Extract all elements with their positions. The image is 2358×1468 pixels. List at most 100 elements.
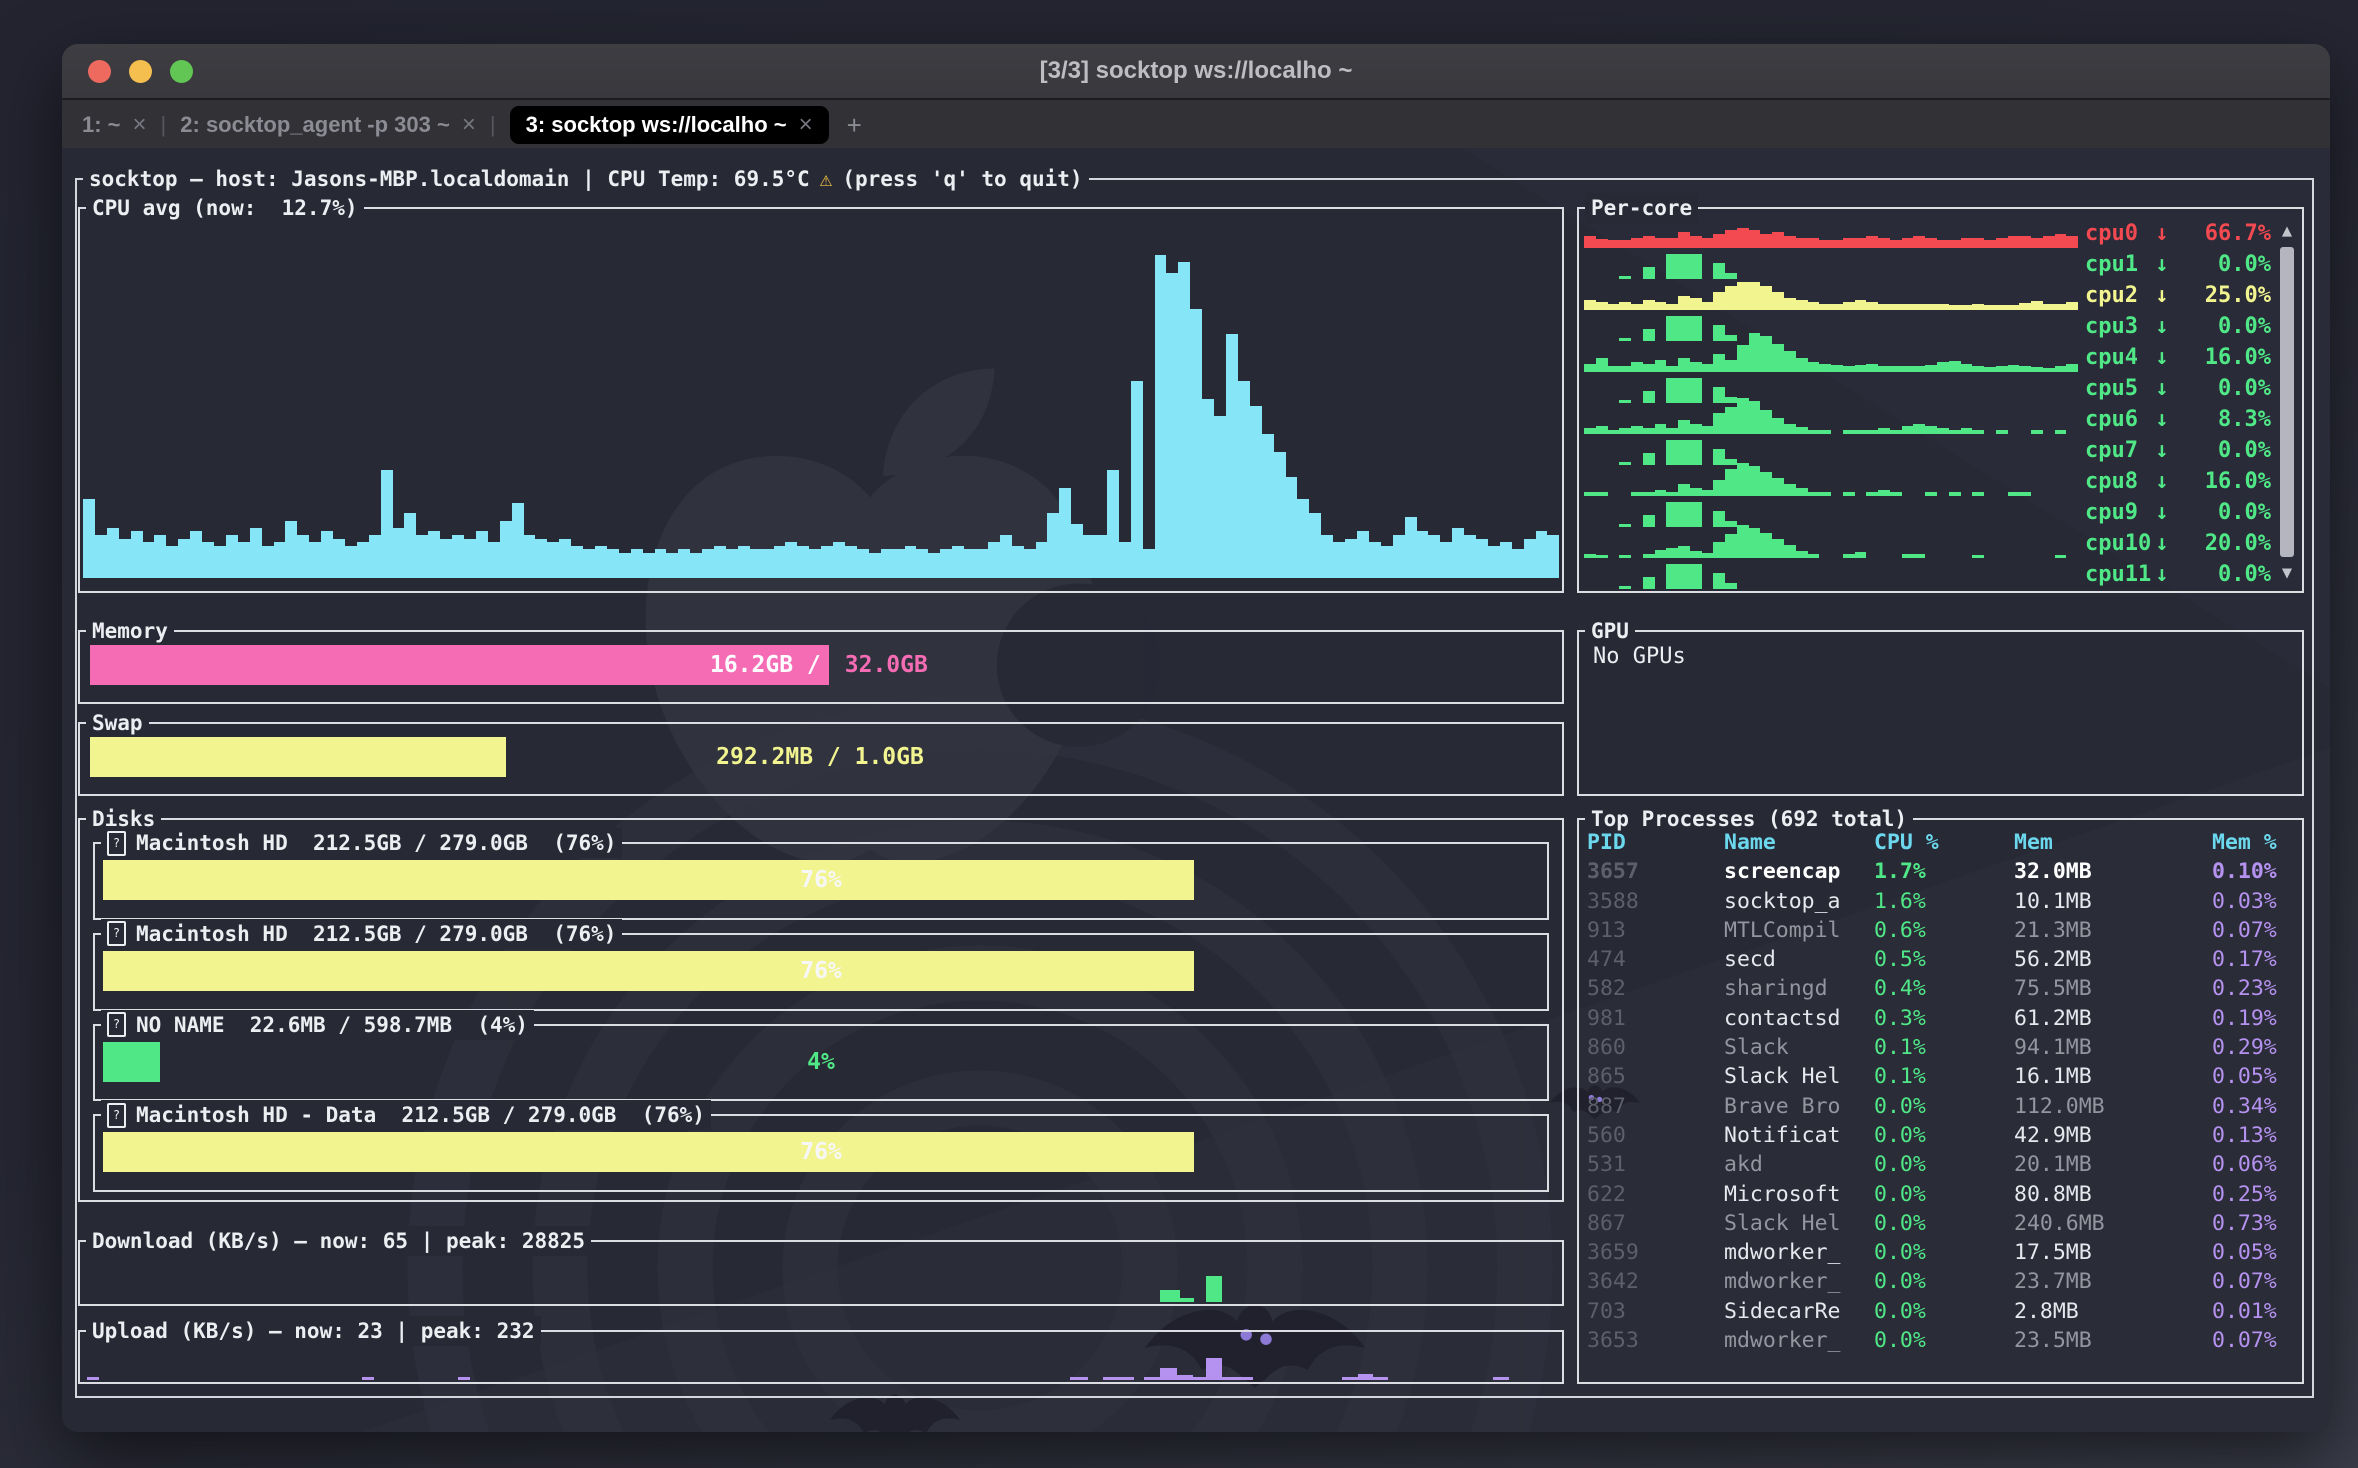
network-bar (1177, 1375, 1193, 1380)
disk-2: ?Macintosh HD 212.5GB / 279.0GB (76%)76% (93, 933, 1549, 1011)
scroll-up-icon[interactable]: ▲ (2277, 221, 2297, 241)
process-row[interactable]: 865Slack Hel0.1%16.1MB0.05% (1587, 1062, 2296, 1091)
spark-bar (1619, 240, 1631, 248)
network-bar (87, 1377, 99, 1380)
spark-bar (1608, 304, 1620, 310)
cpu-history-bar (714, 546, 726, 578)
cpu-history-bar (928, 553, 940, 578)
cpu-history-bar (1000, 535, 1012, 578)
process-row[interactable]: 582sharingd0.4%75.5MB0.23% (1587, 974, 2296, 1003)
tab-2[interactable]: 2: socktop_agent -p 303 ~× (180, 111, 476, 139)
tab-close-icon[interactable]: × (133, 111, 147, 139)
spark-bar (1690, 440, 1702, 466)
spark-bar (1737, 398, 1749, 434)
spark-bar (1655, 360, 1667, 372)
spark-bar (1619, 366, 1631, 372)
process-memory: 94.1MB (2014, 1033, 2212, 1062)
cpu-history-bar (274, 542, 286, 578)
tab-3[interactable]: 3: socktop ws://localho ~× (510, 106, 829, 144)
process-row[interactable]: 703SidecarRe0.0%2.8MB0.01% (1587, 1297, 2296, 1326)
process-pid: 622 (1587, 1180, 1724, 1209)
spark-bar (1843, 238, 1855, 248)
scrollbar-thumb[interactable] (2280, 247, 2294, 557)
cpu-history-bar (726, 549, 738, 578)
process-row[interactable]: 981contactsd0.3%61.2MB0.19% (1587, 1004, 2296, 1033)
spark-bar (1713, 480, 1725, 497)
core-row-cpu5: cpu5↓0.0% (1579, 373, 2302, 404)
spark-bar (1890, 430, 1902, 434)
network-bar (1103, 1377, 1134, 1380)
core-name: cpu5 (2085, 373, 2151, 404)
cpu-history-bar (702, 549, 714, 578)
cpu-history-bar (1321, 535, 1333, 578)
process-memory-percent: 0.07% (2212, 916, 2296, 945)
process-row[interactable]: 887Brave Bro0.0%112.0MB0.34% (1587, 1092, 2296, 1121)
spark-bar (1690, 502, 1702, 528)
cpu-history-bar (797, 546, 809, 578)
disk-title: ?Macintosh HD - Data 212.5GB / 279.0GB (… (101, 1100, 711, 1130)
spark-bar (2043, 304, 2055, 310)
process-row[interactable]: 3659mdworker_0.0%17.5MB0.05% (1587, 1238, 2296, 1267)
process-name: akd (1724, 1150, 1874, 1179)
spark-bar (1725, 230, 1737, 248)
process-row[interactable]: 622Microsoft0.0%80.8MB0.25% (1587, 1180, 2296, 1209)
cpu-history-bar (262, 546, 274, 578)
scroll-down-icon[interactable]: ▼ (2277, 563, 2297, 583)
spark-bar (1913, 236, 1925, 248)
cpu-history-bar (500, 521, 512, 578)
spark-bar (1678, 358, 1690, 372)
tab-divider: | (161, 112, 167, 138)
cpu-history-bar (1345, 539, 1357, 578)
process-row[interactable]: 560Notificat0.0%42.9MB0.13% (1587, 1121, 2296, 1150)
spark-bar (1925, 365, 1937, 372)
new-tab-button[interactable]: + (847, 110, 862, 141)
disk-icon: ? (107, 1012, 126, 1037)
tab-close-icon[interactable]: × (799, 111, 813, 139)
spark-bar (1855, 552, 1867, 558)
per-core-panel: Per-core cpu0↓66.7%cpu1↓0.0%cpu2↓25.0%cp… (1577, 207, 2304, 593)
spark-bar (1619, 524, 1631, 527)
core-label: cpu6↓8.3% (2085, 404, 2271, 435)
spark-bar (1702, 553, 1714, 558)
process-row[interactable]: 913MTLCompil0.6%21.3MB0.07% (1587, 916, 2296, 945)
disk-icon: ? (107, 831, 126, 856)
process-row[interactable]: 3657screencap1.7%32.0MB0.10% (1587, 857, 2296, 886)
process-pid: 867 (1587, 1209, 1724, 1238)
spark-bar (1878, 490, 1890, 496)
spark-bar (1666, 316, 1678, 342)
app-header: socktop — host: Jasons-MBP.localdomain |… (83, 164, 1089, 194)
cpu-history-bar (309, 542, 321, 578)
cpu-history-bar (1309, 513, 1321, 578)
process-row[interactable]: 3653mdworker_0.0%23.5MB0.07% (1587, 1326, 2296, 1355)
process-row[interactable]: 3588socktop_a1.6%10.1MB0.03% (1587, 887, 2296, 916)
cpu-history-bar (1071, 524, 1083, 578)
terminal-window: [3/3] socktop ws://localho ~ 1: ~×|2: so… (62, 44, 2330, 1432)
process-row[interactable]: 867Slack Hel0.0%240.6MB0.73% (1587, 1209, 2296, 1238)
cpu-history-bar (571, 546, 583, 578)
spark-bar (1890, 240, 1902, 248)
spark-bar (1678, 316, 1690, 342)
process-table: PIDNameCPU %MemMem %3657screencap1.7%32.… (1587, 828, 2296, 1355)
process-row[interactable]: 860Slack0.1%94.1MB0.29% (1587, 1033, 2296, 1062)
disk-title: ?Macintosh HD 212.5GB / 279.0GB (76%) (101, 919, 622, 949)
core-label: cpu11↓0.0% (2085, 559, 2271, 590)
spark-bar (1760, 410, 1772, 434)
core-label: cpu7↓0.0% (2085, 435, 2271, 466)
cpu-history-bar (143, 542, 155, 578)
tab-1[interactable]: 1: ~× (82, 111, 147, 139)
spark-bar (1925, 304, 1937, 310)
tab-close-icon[interactable]: × (462, 111, 476, 139)
core-label: cpu3↓0.0% (2085, 311, 2271, 342)
per-core-scrollbar[interactable]: ▲ ▼ (2277, 221, 2297, 583)
spark-bar (1737, 228, 1749, 248)
cpu-history-bar (1178, 262, 1190, 578)
cpu-history-bar (1512, 549, 1524, 578)
process-row[interactable]: 3642mdworker_0.0%23.7MB0.07% (1587, 1267, 2296, 1296)
spark-bar (1760, 286, 1772, 310)
spark-bar (1713, 292, 1725, 310)
spark-bar (1725, 273, 1737, 279)
process-row[interactable]: 474secd0.5%56.2MB0.17% (1587, 945, 2296, 974)
spark-bar (1843, 554, 1855, 558)
spark-bar (1902, 366, 1914, 372)
process-row[interactable]: 531akd0.0%20.1MB0.06% (1587, 1150, 2296, 1179)
